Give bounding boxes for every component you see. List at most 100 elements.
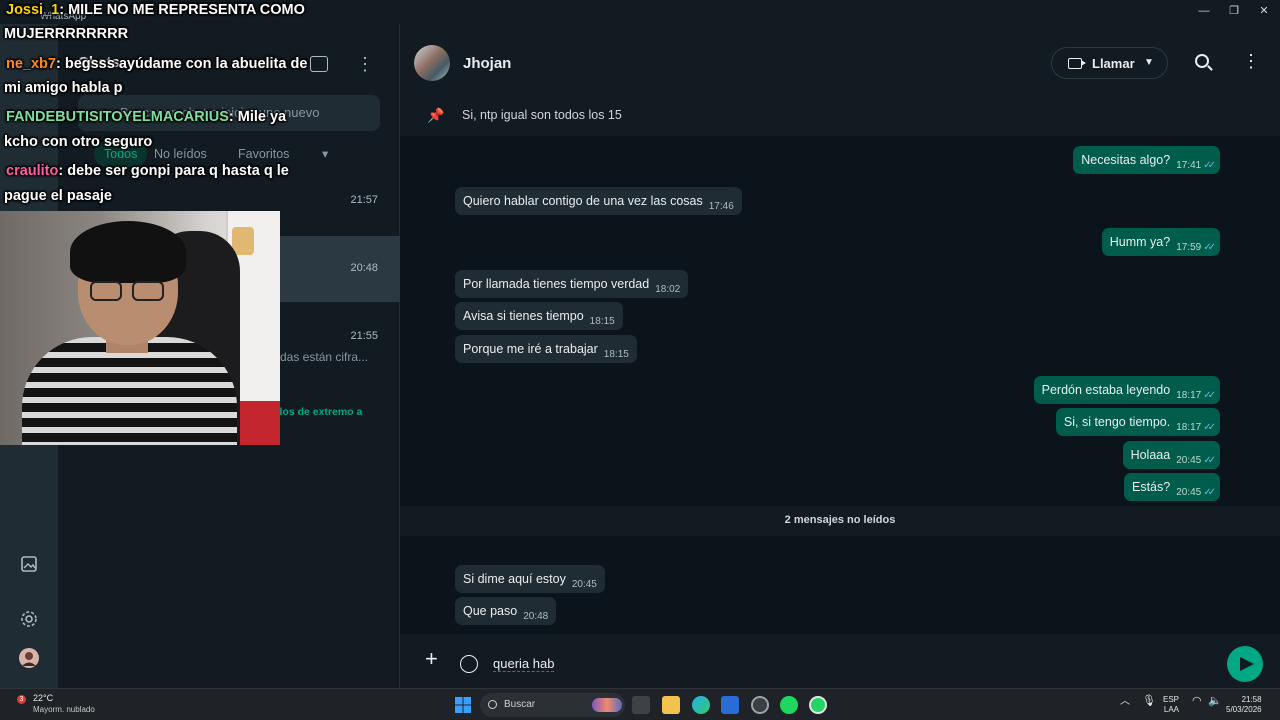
webcam-person-glasses — [90, 281, 168, 303]
windows-start-icon[interactable] — [454, 696, 472, 714]
volume-icon[interactable]: 🔈 — [1208, 696, 1222, 707]
chat-time: 20:48 — [350, 262, 378, 274]
wifi-icon[interactable]: ◠ — [1192, 696, 1202, 707]
double-check-icon: ✓✓ — [1203, 242, 1216, 253]
weather-widget[interactable]: 22°C Mayorm. nublado — [33, 693, 95, 715]
message-outgoing[interactable]: Si, si tengo tiempo. 18:17 ✓✓ — [1055, 408, 1220, 436]
close-button[interactable]: ✕ — [1256, 4, 1272, 18]
stream-chat-user: FANDEBUTISITOYELMACARIUS — [6, 109, 229, 125]
clock[interactable]: 21:58 5/03/2026 — [1226, 695, 1262, 715]
stream-chat-text: : MILE NO ME REPRESENTA COMO — [59, 2, 305, 18]
stream-chat-user: Jossi_1 — [6, 2, 60, 18]
message-outgoing[interactable]: Estás? 20:45 ✓✓ — [1123, 473, 1220, 501]
profile-avatar[interactable] — [19, 648, 39, 668]
double-check-icon: ✓✓ — [1203, 487, 1216, 498]
message-incoming[interactable]: Que paso 20:48 — [455, 597, 557, 625]
stream-chat-user: craulito — [6, 163, 59, 179]
webcam-overlay — [0, 211, 280, 445]
clock-date: 5/03/2026 — [1226, 705, 1262, 714]
stream-chat-text: kcho con otro seguro — [4, 134, 153, 150]
search-icon[interactable] — [1195, 54, 1209, 68]
message-outgoing[interactable]: Perdón estaba leyendo 18:17 ✓✓ — [1033, 376, 1220, 404]
message-time: 17:59 — [1176, 242, 1202, 253]
call-button[interactable]: Llamar ▼ — [1051, 47, 1168, 79]
message-text: Si dime aquí estoy — [463, 572, 566, 586]
stream-chat-text: : Mile ya — [228, 109, 287, 125]
message-time: 18:15 — [603, 349, 629, 360]
pinned-message-text: Si, ntp igual son todos los 15 — [462, 108, 622, 122]
message-input-value: queria hab — [493, 656, 555, 672]
pinned-message-bar[interactable]: 📌 Si, ntp igual son todos los 15 — [400, 96, 1280, 136]
spotify-icon[interactable] — [780, 696, 798, 714]
obs-icon[interactable] — [751, 696, 769, 714]
stream-chat-line: mi amigo habla p — [4, 80, 122, 96]
whatsapp-icon[interactable] — [809, 696, 827, 714]
message-incoming[interactable]: Quiero hablar contigo de una vez las cos… — [455, 187, 742, 215]
message-text: Por llamada tienes tiempo verdad — [463, 277, 650, 291]
weather-badge: 3 — [17, 695, 26, 704]
stream-chat-user: ne_xb7 — [6, 56, 56, 72]
message-text: Si, si tengo tiempo. — [1063, 415, 1171, 429]
chat-snippet: das están cifra... — [280, 350, 369, 364]
message-time: 20:48 — [523, 611, 549, 622]
message-incoming[interactable]: Por llamada tienes tiempo verdad 18:02 — [455, 270, 689, 298]
message-input[interactable]: queria hab — [493, 656, 555, 672]
stream-chat-text: MUJERRRRRRRR — [4, 26, 129, 42]
microphone-icon[interactable]: 🎙 — [1142, 696, 1156, 707]
message-text: Avisa si tienes tiempo — [463, 309, 584, 323]
store-icon[interactable] — [721, 696, 739, 714]
language-indicator[interactable]: ESP LAA — [1163, 695, 1179, 715]
attach-plus-icon[interactable]: + — [425, 646, 438, 672]
double-check-icon: ✓✓ — [1203, 390, 1216, 401]
minimize-button[interactable]: — — [1196, 4, 1212, 18]
message-incoming[interactable]: Porque me iré a trabajar 18:15 — [455, 335, 637, 363]
message-time: 18:02 — [655, 284, 681, 295]
call-label: Llamar — [1092, 56, 1135, 71]
media-icon[interactable] — [19, 554, 39, 574]
search-icon — [488, 700, 497, 709]
unread-banner-text: 2 mensajes no leídos — [784, 514, 896, 526]
chat-time: 21:57 — [350, 194, 378, 206]
tray-chevron-up-icon[interactable]: ︿ — [1120, 697, 1130, 707]
video-camera-icon — [1068, 58, 1086, 69]
clock-time: 21:58 — [1241, 695, 1262, 704]
message-list: Necesitas algo? 17:41 ✓✓ Quiero hablar con… — [400, 136, 1280, 634]
message-time: 18:17 — [1176, 422, 1202, 433]
message-time: 18:17 — [1176, 390, 1202, 401]
taskbar-search-label: Buscar — [504, 699, 536, 710]
settings-gear-icon[interactable] — [19, 609, 39, 629]
double-check-icon: ✓✓ — [1203, 160, 1216, 171]
search-highlight-icon[interactable] — [592, 698, 622, 712]
message-text: Necesitas algo? — [1081, 153, 1171, 167]
message-text: Perdón estaba leyendo — [1041, 383, 1171, 397]
whatsapp-window: WhatsApp — ❐ ✕ Chats ⋮ Buscar un chat o … — [0, 0, 1280, 688]
stream-chat-text: pague el pasaje — [4, 188, 112, 204]
pin-icon: 📌 — [427, 107, 445, 123]
kebab-menu-icon[interactable]: ⋮ — [356, 54, 374, 75]
message-incoming[interactable]: Avisa si tienes tiempo 18:15 — [455, 302, 623, 330]
double-check-icon: ✓✓ — [1203, 422, 1216, 433]
stream-chat-line: craulito: debe ser gonpi para q hasta q … — [6, 163, 289, 179]
webcam-figure — [232, 227, 254, 255]
maximize-button[interactable]: ❐ — [1226, 4, 1242, 18]
contact-name[interactable]: Jhojan — [463, 55, 511, 72]
message-outgoing[interactable]: Humm ya? 17:59 ✓✓ — [1101, 228, 1220, 256]
encryption-note: dos de extremo a — [276, 406, 363, 418]
message-outgoing[interactable]: Necesitas algo? 17:41 ✓✓ — [1073, 146, 1220, 174]
stream-chat-overlay: Jossi_1: MILE NO ME REPRESENTA COMO MUJE… — [0, 0, 340, 212]
send-button[interactable] — [1227, 646, 1263, 682]
unread-divider: 2 mensajes no leídos — [400, 506, 1280, 536]
kebab-menu-icon[interactable]: ⋮ — [1242, 51, 1260, 72]
stream-chat-text: : begsss ayúdame con la abuelita de — [55, 56, 308, 72]
message-text: Porque me iré a trabajar — [463, 342, 598, 356]
file-explorer-icon[interactable] — [662, 696, 680, 714]
edge-browser-icon[interactable] — [692, 696, 710, 714]
message-outgoing[interactable]: Holaaa 20:45 ✓✓ — [1122, 441, 1220, 469]
stream-chat-line: FANDEBUTISITOYELMACARIUS: Mile ya — [6, 109, 286, 125]
conversation-panel: Jhojan Llamar ▼ ⋮ 📌 Si, ntp igual son to… — [400, 24, 1280, 688]
message-incoming[interactable]: Si dime aquí estoy 20:45 — [455, 565, 605, 593]
sticker-icon[interactable] — [460, 655, 478, 673]
message-text: Quiero hablar contigo de una vez las cos… — [463, 194, 703, 208]
contact-avatar[interactable] — [414, 45, 450, 81]
task-view-icon[interactable] — [632, 696, 650, 714]
